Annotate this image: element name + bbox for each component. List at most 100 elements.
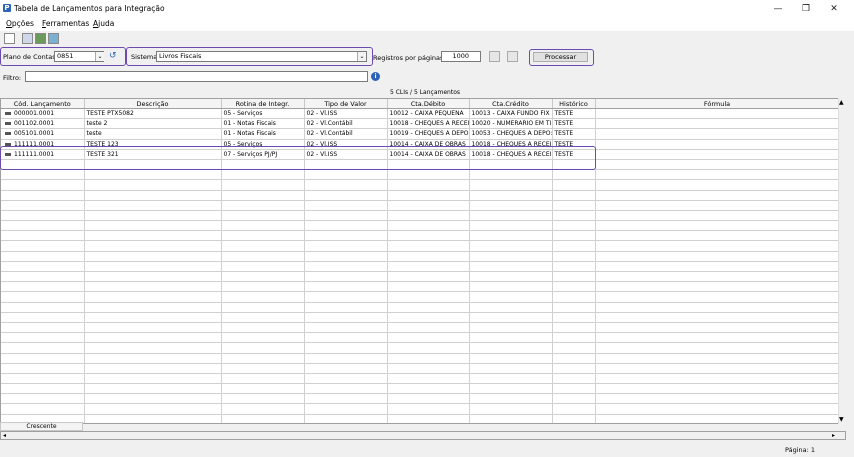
cell-descricao[interactable]: TESTE PTX5082 [84,108,222,120]
cell-formula[interactable] [595,118,840,130]
cell-historico[interactable]: TESTE [552,128,596,140]
cell-debito[interactable]: 10014 - CAIXA DE OBRAS [387,149,470,160]
cell-debito[interactable]: 10018 - CHEQUES A RECEI [387,118,470,130]
cell-rotina[interactable]: 07 - Serviços PJ/PJ [221,149,305,160]
cell-rotina[interactable]: 01 - Notas Fiscais [221,118,305,130]
cell-formula[interactable] [595,108,840,120]
empty-cell [595,251,840,262]
cell-rotina[interactable]: 05 - Serviços [221,139,305,150]
cell-credito[interactable]: 10013 - CAIXA FUNDO FIX [469,108,553,120]
scroll-left-icon[interactable]: ◂ [3,432,6,439]
grid-columns-icon[interactable] [507,51,518,62]
registros-input[interactable]: 1000 [441,51,481,62]
cell-rotina[interactable]: 01 - Notas Fiscais [221,128,305,140]
cell-rotina[interactable]: 05 - Serviços [221,108,305,120]
menu-ferramentas[interactable]: Ferramentas [42,19,89,28]
close-button[interactable]: ✕ [822,2,846,16]
menu-opcoes[interactable]: Opções [6,19,34,28]
cell-descricao[interactable]: TESTE 123 [84,139,222,150]
menu-ajuda[interactable]: Ajuda [93,19,114,28]
vertical-scrollbar[interactable] [838,98,847,424]
empty-cell [221,353,305,364]
cell-credito[interactable]: 10018 - CHEQUES A RECEI [469,149,553,160]
cell-text: TESTE [554,120,574,128]
col-header-historico[interactable]: Histórico [552,99,596,109]
col-header-tipo[interactable]: Tipo de Valor [304,99,388,109]
empty-cell [221,302,305,313]
cell-credito[interactable]: 10020 - NUMERARIO EM TI [469,118,553,130]
grid-settings-icon[interactable] [489,51,500,62]
cell-formula[interactable] [595,149,840,160]
table-row[interactable]: 111111.0001 TESTE 321 07 - Serviços PJ/PJ 0… [1,149,840,160]
cell-tipo[interactable]: 02 - Vl.ISS [304,139,388,150]
cell-historico[interactable]: TESTE [552,108,596,120]
cell-tipo[interactable]: 02 - Vl.Contábil [304,128,388,140]
scroll-up-icon[interactable]: ▲ [839,99,844,106]
col-header-formula[interactable]: Fórmula [595,99,840,109]
cell-text: TESTE [554,110,574,118]
cell-cod[interactable]: 111111.0001 [1,149,85,160]
info-icon[interactable]: i [371,72,380,81]
table-row[interactable]: 111111.0001 TESTE 123 05 - Serviços 02 - Vl… [1,139,840,150]
cell-descricao[interactable]: TESTE 321 [84,149,222,160]
horizontal-scrollbar[interactable] [0,431,846,440]
cell-text: 05 - Serviços [223,110,263,118]
col-header-rotina[interactable]: Rotina de Integr. [221,99,305,109]
cell-historico[interactable]: TESTE [552,139,596,150]
cell-cod[interactable]: 005101.0001 [1,128,85,140]
cell-debito[interactable]: 10019 - CHEQUES A DEPO: [387,128,470,140]
cell-text: 02 - Vl.ISS [306,140,338,148]
cell-formula[interactable] [595,139,840,150]
empty-row [1,271,840,283]
cell-tipo[interactable]: 02 - Vl.ISS [304,149,388,160]
empty-cell [84,159,222,171]
empty-cell [1,353,85,364]
cell-tipo[interactable]: 02 - Vl.ISS [304,108,388,120]
chevron-down-icon[interactable]: ⌄ [95,52,104,61]
cell-credito[interactable]: 10053 - CHEQUES A DEPO: [469,128,553,140]
refresh-icon[interactable]: ↺ [109,51,121,61]
cell-debito[interactable]: 10014 - CAIXA DE OBRAS [387,139,470,150]
table-row[interactable]: 001102.0001 teste 2 01 - Notas Fiscais 02 -… [1,118,840,130]
cell-debito[interactable]: 10012 - CAIXA PEQUENA [387,108,470,120]
table-row[interactable]: 005101.0001 teste 01 - Notas Fiscais 02 - V… [1,128,840,140]
col-header-descricao[interactable]: Descrição [84,99,222,109]
cell-cod[interactable]: 000001.0001 [1,108,85,120]
cell-text: 02 - Vl.Contábil [306,130,353,138]
table-row[interactable]: 000001.0001 TESTE PTX5082 05 - Serviços 02 … [1,108,840,120]
empty-cell [387,353,470,364]
empty-cell [469,251,553,262]
empty-cell [84,281,222,293]
scroll-right-icon[interactable]: ▸ [832,432,835,439]
col-header-credito[interactable]: Cta.Crédito [469,99,553,109]
empty-cell [595,230,840,242]
cell-historico[interactable]: TESTE [552,149,596,160]
empty-cell [469,393,553,405]
cell-tipo[interactable]: 02 - Vl.Contábil [304,118,388,130]
sistema-select[interactable]: Livros Fiscais [156,51,367,62]
scroll-down-icon[interactable]: ▼ [839,416,844,423]
save-icon[interactable] [35,33,46,44]
cell-cod[interactable]: 001102.0001 [1,118,85,130]
cell-descricao[interactable]: teste [84,128,222,140]
print-icon[interactable] [22,33,33,44]
empty-cell [469,281,553,293]
cell-text: 05 - Serviços [223,140,263,148]
chevron-down-icon[interactable]: ⌄ [357,52,366,61]
empty-cell [552,159,596,171]
empty-cell [552,230,596,242]
minimize-button[interactable]: — [766,2,790,16]
cell-formula[interactable] [595,128,840,140]
export-icon[interactable] [48,33,59,44]
new-document-icon[interactable] [4,33,15,44]
col-header-cod[interactable]: Cód. Lançamento [1,99,85,109]
filtro-input[interactable] [25,71,368,82]
empty-cell [469,230,553,242]
cell-descricao[interactable]: teste 2 [84,118,222,130]
cell-historico[interactable]: TESTE [552,118,596,130]
cell-cod[interactable]: 111111.0001 [1,139,85,150]
cell-credito[interactable]: 10018 - CHEQUES A RECEI [469,139,553,150]
col-header-debito[interactable]: Cta.Débito [387,99,470,109]
processar-button[interactable]: Processar [533,52,588,62]
restore-button[interactable]: ❐ [794,2,818,16]
